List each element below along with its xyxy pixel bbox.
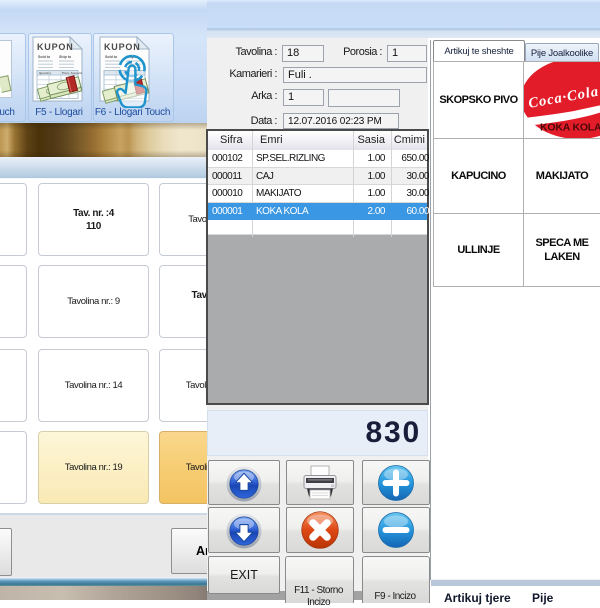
svg-text:Quantity: Quantity — [39, 71, 51, 75]
svg-text:KUPON: KUPON — [37, 42, 74, 52]
svg-text:Sold to: Sold to — [38, 55, 51, 59]
svg-text:Amount: Amount — [71, 71, 82, 75]
svg-text:Sold to: Sold to — [105, 55, 118, 59]
svg-text:Ship to: Ship to — [59, 55, 72, 59]
svg-text:Price: Price — [62, 71, 70, 75]
svg-text:KUPON: KUPON — [104, 42, 141, 52]
svg-text:KOKA KOLA: KOKA KOLA — [540, 121, 600, 133]
